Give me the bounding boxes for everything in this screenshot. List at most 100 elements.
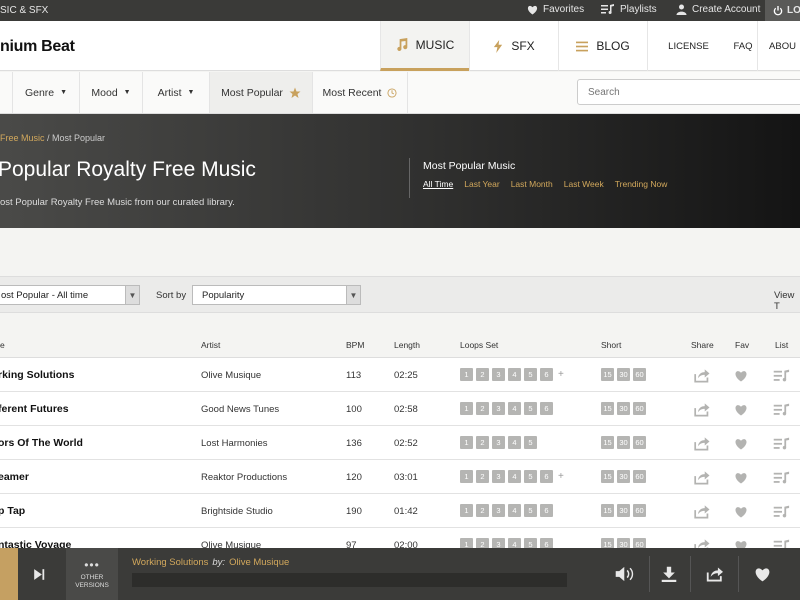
artist-filter[interactable]: Artist ▼ [143,72,210,113]
loop-button[interactable]: 4 [508,436,521,449]
loop-button[interactable]: 2 [476,470,489,483]
share-icon[interactable] [693,470,711,490]
track-title[interactable]: eamer [0,471,29,483]
short-edit-button[interactable]: 15 [601,504,614,517]
license-link[interactable]: LICENSE [647,21,729,71]
genre-filter[interactable]: Genre ▼ [12,72,80,113]
loop-button[interactable]: 5 [524,436,537,449]
favorites-link[interactable]: Favorites [527,4,584,15]
heart-icon[interactable] [734,437,748,455]
track-artist[interactable]: Lost Harmonies [201,438,268,449]
loop-button[interactable]: 5 [524,402,537,415]
loop-button[interactable]: 3 [492,504,505,517]
share-icon[interactable] [693,402,711,422]
sort-select[interactable]: Popularity ▼ [192,285,361,305]
short-edit-button[interactable]: 30 [617,470,630,483]
loop-button[interactable]: 3 [492,470,505,483]
mood-filter[interactable]: Mood ▼ [80,72,143,113]
most-recent-filter[interactable]: Most Recent [313,72,408,113]
login-button[interactable]: LO [765,0,800,21]
track-artist[interactable]: Brightside Studio [201,506,273,517]
heart-icon[interactable] [734,403,748,421]
loop-button[interactable]: 4 [508,504,521,517]
track-artist[interactable]: Olive Musique [201,370,261,381]
tab-blog[interactable]: BLOG [558,21,647,71]
waveform-track[interactable] [132,573,567,587]
favorite-button[interactable] [745,548,779,600]
breadcrumb-free-music-link[interactable]: Free Music [0,133,45,143]
download-button[interactable] [652,548,686,600]
track-artist[interactable]: Reaktor Productions [201,472,287,483]
view-toggle[interactable]: View T [774,290,800,312]
add-to-playlist-icon[interactable] [773,369,791,387]
now-playing-title[interactable]: Working Solutions [132,557,208,568]
loop-button[interactable]: 5 [524,368,537,381]
share-button[interactable] [698,548,732,600]
now-playing-artist[interactable]: Olive Musique [229,557,289,568]
loop-button[interactable]: 6 [540,470,553,483]
loop-button[interactable]: 2 [476,368,489,381]
track-title[interactable]: rking Solutions [0,369,74,381]
loop-button[interactable]: 3 [492,402,505,415]
time-option-last-week[interactable]: Last Week [564,179,604,189]
loop-button[interactable]: 1 [460,436,473,449]
add-to-playlist-icon[interactable] [773,437,791,455]
search-input[interactable] [577,79,800,105]
loop-button[interactable]: 2 [476,436,489,449]
loop-button[interactable]: 2 [476,402,489,415]
loop-button[interactable]: 4 [508,470,521,483]
most-popular-filter[interactable]: Most Popular [210,72,313,113]
table-row[interactable]: ors Of The World Lost Harmonies 136 02:52 1 2… [0,426,800,460]
loop-button[interactable]: 4 [508,368,521,381]
heart-icon[interactable] [734,505,748,523]
share-icon[interactable] [693,504,711,524]
create-account-link[interactable]: Create Account [676,4,760,15]
heart-icon[interactable] [734,369,748,387]
add-to-playlist-icon[interactable] [773,471,791,489]
popularity-period-select[interactable]: ost Popular - All time ▼ [0,285,140,305]
table-row[interactable]: eamer Reaktor Productions 120 03:01 1 2 3 4 5 6 +1… [0,460,800,494]
short-edit-button[interactable]: 60 [633,368,646,381]
track-title[interactable]: p Tap [0,505,25,517]
short-edit-button[interactable]: 15 [601,402,614,415]
about-link[interactable]: ABOU [757,21,800,71]
loop-button[interactable]: 6 [540,402,553,415]
track-title[interactable]: ors Of The World [0,437,83,449]
loop-button[interactable]: 3 [492,436,505,449]
track-artist[interactable]: Good News Tunes [201,404,279,415]
loop-button[interactable]: 4 [508,402,521,415]
loop-button[interactable]: 1 [460,368,473,381]
short-edit-button[interactable]: 15 [601,368,614,381]
table-row[interactable]: ferent Futures Good News Tunes 100 02:58 1 2 3… [0,392,800,426]
loop-button[interactable]: 2 [476,504,489,517]
short-edit-button[interactable]: 15 [601,436,614,449]
table-row[interactable]: p Tap Brightside Studio 190 01:42 1 2 3 4 5 6 15 30… [0,494,800,528]
more-loops-icon[interactable]: + [558,369,564,380]
time-option-last-year[interactable]: Last Year [464,179,499,189]
add-to-playlist-icon[interactable] [773,505,791,523]
share-icon[interactable] [693,368,711,388]
short-edit-button[interactable]: 30 [617,436,630,449]
time-option-trending-now[interactable]: Trending Now [615,179,668,189]
faq-link[interactable]: FAQ [729,21,757,71]
short-edit-button[interactable]: 60 [633,504,646,517]
short-edit-button[interactable]: 60 [633,436,646,449]
short-edit-button[interactable]: 15 [601,470,614,483]
add-to-playlist-icon[interactable] [773,403,791,421]
tab-sfx[interactable]: SFX [469,21,558,71]
share-icon[interactable] [693,436,711,456]
short-edit-button[interactable]: 30 [617,402,630,415]
site-logo[interactable]: nium Beat [0,38,75,56]
loop-button[interactable]: 1 [460,504,473,517]
table-row[interactable]: rking Solutions Olive Musique 113 02:25 1 2 3 4… [0,358,800,392]
playlists-link[interactable]: Playlists [601,4,657,15]
short-edit-button[interactable]: 60 [633,470,646,483]
loop-button[interactable]: 1 [460,402,473,415]
next-track-button[interactable] [24,548,54,600]
short-edit-button[interactable]: 30 [617,368,630,381]
other-versions-button[interactable]: ••• OTHER VERSIONS [66,548,118,600]
loop-button[interactable]: 5 [524,504,537,517]
loop-button[interactable]: 5 [524,470,537,483]
loop-button[interactable]: 3 [492,368,505,381]
time-option-last-month[interactable]: Last Month [511,179,553,189]
